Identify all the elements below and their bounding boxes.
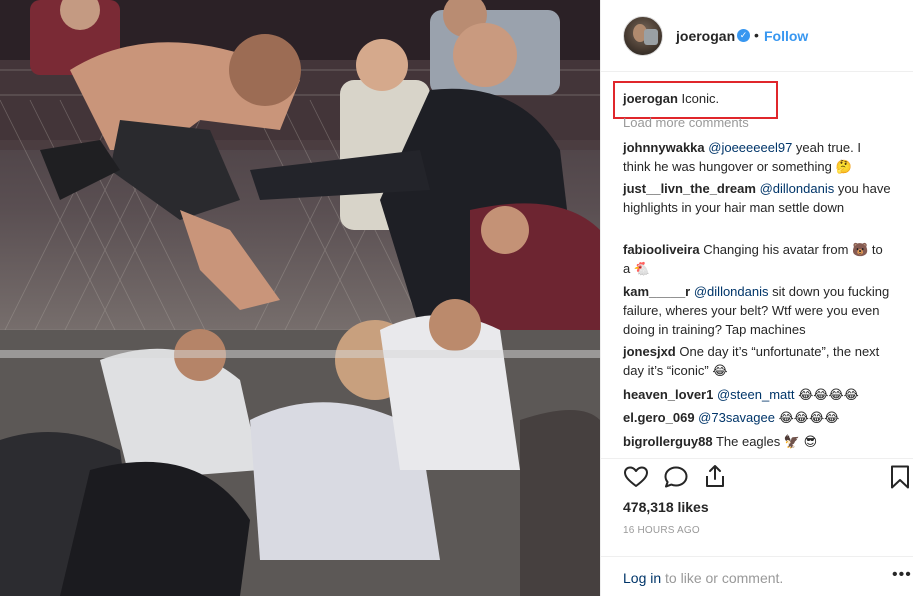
comment-icon-shape <box>664 466 688 488</box>
comment-item: johnnywakka @joeeeeeel97 yeah true. I th… <box>623 138 891 176</box>
avatar[interactable] <box>623 16 663 56</box>
caption-text: Iconic. <box>681 91 720 106</box>
comment-mention[interactable]: @73savagee <box>698 410 775 425</box>
heart-icon-shape <box>624 466 648 487</box>
comment-text: 😂😂😂😂 <box>794 387 859 402</box>
comment-item: kam_____r @dillondanis sit down you fuck… <box>623 282 891 339</box>
comment-username[interactable]: heaven_lover1 <box>623 387 713 402</box>
comment-item: heaven_lover1 @steen_matt 😂😂😂😂 <box>623 385 891 404</box>
login-prompt-suffix: to like or comment. <box>661 570 784 586</box>
author-username[interactable]: joerogan <box>676 28 735 44</box>
comment-username[interactable]: kam_____r <box>623 284 690 299</box>
comment-bubble-icon[interactable] <box>663 465 689 492</box>
share-icon-shape <box>706 465 724 487</box>
post-details-panel: joerogan ✓ • Follow joerogan Iconic. Loa… <box>600 0 913 596</box>
comment-mention[interactable]: @joeeeeeel97 <box>708 140 792 155</box>
comment-item: jonesjxd One day it’s “unfortunate”, the… <box>623 342 891 380</box>
heart-icon[interactable] <box>623 465 649 492</box>
comment-mention[interactable]: @steen_matt <box>717 387 795 402</box>
comment-item: el.gero_069 @73savagee 😂😂😂😂 <box>623 408 891 427</box>
caption-username[interactable]: joerogan <box>623 91 678 106</box>
comment-item: fabiooliveira Changing his avatar from 🐻… <box>623 240 891 278</box>
photo-illustration <box>0 0 600 596</box>
comment-username[interactable]: johnnywakka <box>623 140 705 155</box>
follow-button[interactable]: Follow <box>764 28 808 44</box>
post-photo <box>0 0 600 596</box>
comment-username[interactable]: just__livn_the_dream <box>623 181 756 196</box>
comment-text: The eagles 🦅 😎 <box>712 434 818 449</box>
login-prompt-bar: Log in to like or comment. ••• <box>601 556 913 597</box>
post-timestamp[interactable]: 16 HOURS AGO <box>623 525 700 536</box>
like-count[interactable]: 478,318 likes <box>623 499 709 515</box>
comment-username[interactable]: el.gero_069 <box>623 410 695 425</box>
comment-username[interactable]: bigrollerguy88 <box>623 434 713 449</box>
more-options-icon[interactable]: ••• <box>892 566 912 584</box>
load-more-comments-button[interactable]: Load more comments <box>623 115 749 130</box>
bookmark-icon-shape <box>891 465 909 489</box>
comment-username[interactable]: jonesjxd <box>623 344 676 359</box>
verified-badge-icon: ✓ <box>737 29 750 42</box>
comments-section: joerogan Iconic. Load more comments john… <box>601 72 913 458</box>
login-prompt: Log in to like or comment. <box>623 570 783 586</box>
comment-mention[interactable]: @dillondanis <box>694 284 769 299</box>
comment-item: bigrollerguy88 The eagles 🦅 😎 <box>623 432 891 451</box>
comment-text: 😂😂😂😂 <box>774 410 840 425</box>
separator-dot: • <box>754 27 759 43</box>
comment-username[interactable]: fabiooliveira <box>623 242 700 257</box>
share-icon[interactable] <box>703 463 727 492</box>
login-link[interactable]: Log in <box>623 570 661 586</box>
post-actions: 478,318 likes 16 HOURS AGO Log in to lik… <box>601 458 913 596</box>
avatar-graphic <box>644 29 658 45</box>
post-caption: joerogan Iconic. <box>623 90 719 108</box>
comment-mention[interactable]: @dillondanis <box>760 181 835 196</box>
bookmark-icon[interactable] <box>889 464 911 493</box>
post-header: joerogan ✓ • Follow <box>601 0 913 72</box>
comment-item: just__livn_the_dream @dillondanis you ha… <box>623 179 891 217</box>
